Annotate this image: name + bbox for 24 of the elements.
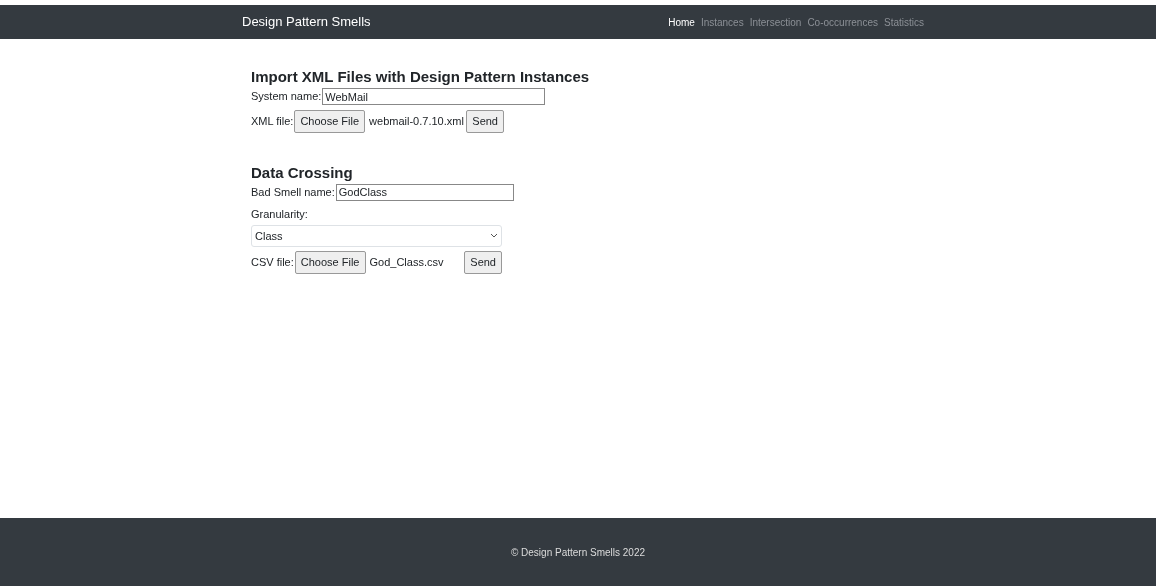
send-button[interactable]: Send xyxy=(464,251,502,274)
input-field[interactable]: WebMail xyxy=(322,88,546,105)
field-label: System name: xyxy=(251,89,322,105)
granularity-select[interactable]: Class xyxy=(251,225,502,247)
nav-link[interactable]: Instances xyxy=(700,14,744,30)
choose-file-button[interactable]: Choose File xyxy=(294,251,366,274)
section-title: Import XML Files with Design Pattern Instances xyxy=(251,67,591,87)
field-label: Bad Smell name: xyxy=(251,184,335,200)
nav-link[interactable]: Co-occurrences xyxy=(807,14,878,30)
file-name: webmail-0.7.10.xml xyxy=(369,114,464,129)
send-button[interactable]: Send xyxy=(466,110,504,133)
choose-file-button[interactable]: Choose File xyxy=(294,110,366,133)
footer-text: © Design Pattern Smells 2022 xyxy=(510,545,646,560)
file-name: God_Class.csv xyxy=(369,255,444,270)
nav-link[interactable]: Intersection xyxy=(749,14,802,30)
section-title: Data Crossing xyxy=(251,162,354,183)
nav-link[interactable]: Home xyxy=(668,14,695,30)
nav-link[interactable]: Statistics xyxy=(884,14,924,30)
input-field[interactable]: GodClass xyxy=(335,183,514,201)
field-label: XML file: xyxy=(251,114,294,129)
field-label: CSV file: xyxy=(251,255,294,270)
chevron-down-icon xyxy=(490,233,498,239)
field-label: Granularity: xyxy=(251,206,309,222)
brand-link[interactable]: Design Pattern Smells xyxy=(242,12,371,32)
